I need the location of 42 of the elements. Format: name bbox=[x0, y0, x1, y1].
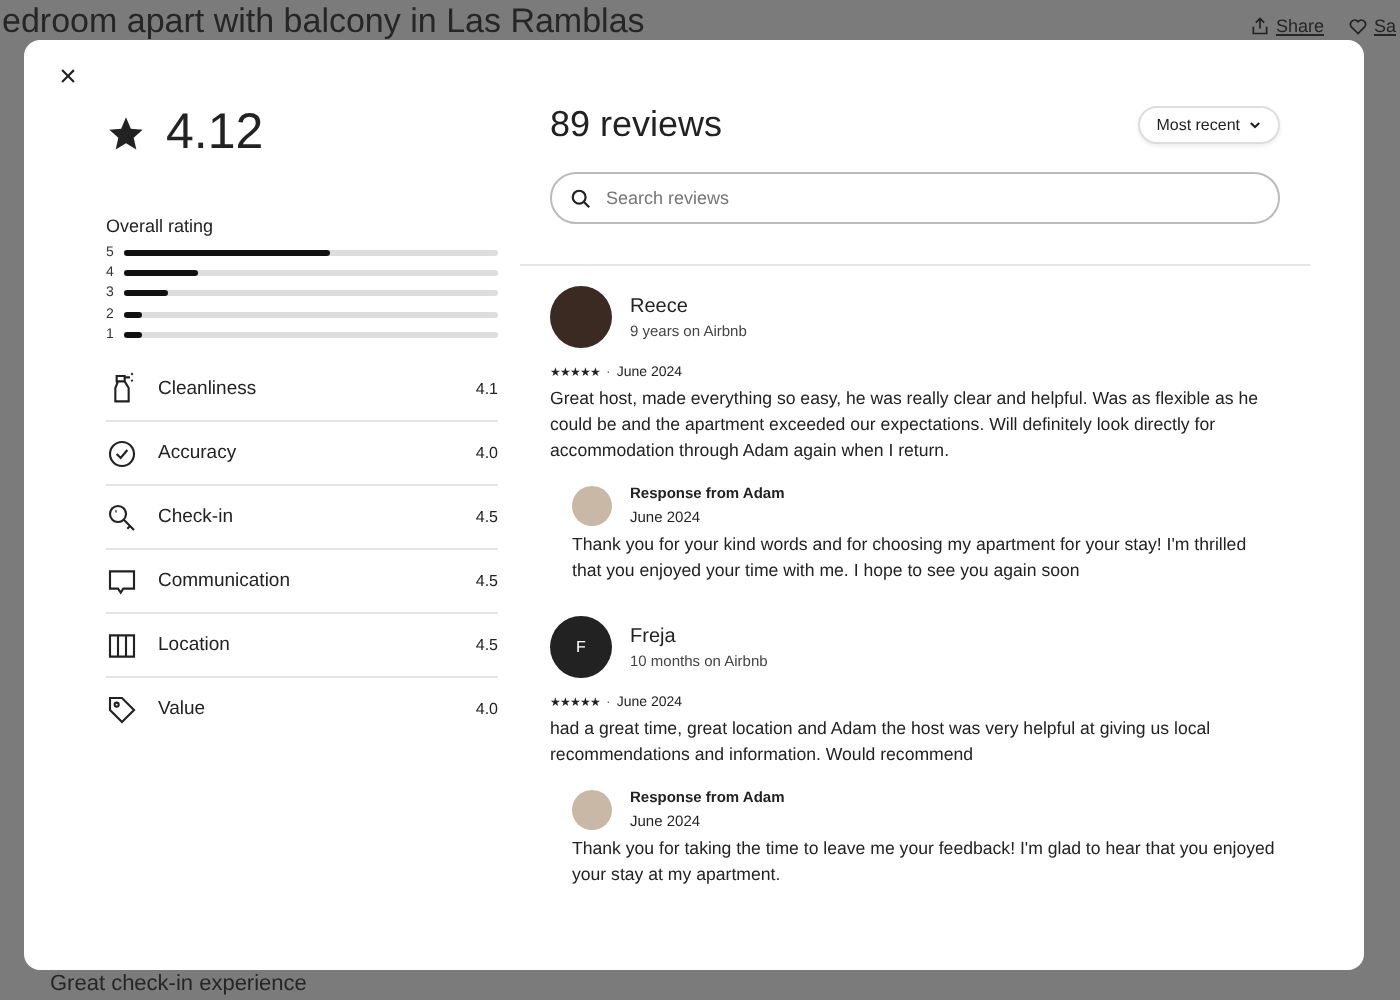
listing-title: edroom apart with balcony in Las Ramblas bbox=[2, 2, 645, 42]
check-circle-icon bbox=[106, 437, 138, 470]
heart-icon bbox=[1347, 16, 1368, 36]
map-icon bbox=[106, 629, 138, 662]
avatar-placeholder bbox=[550, 286, 612, 348]
host-avatar-placeholder bbox=[572, 789, 612, 829]
key-icon bbox=[106, 501, 138, 534]
save-link[interactable]: Sa bbox=[1347, 16, 1396, 36]
reviews-count-heading: 89 reviews bbox=[550, 104, 723, 146]
share-link[interactable]: Share bbox=[1249, 16, 1324, 36]
tag-icon bbox=[106, 693, 138, 726]
response-text: Thank you for your kind words and for choosing my apartment for your stay! I'm thrilled that you enjoyed your time with me. I hope to see you again soon bbox=[572, 532, 1249, 584]
overall-rating-label: Overall rating bbox=[106, 216, 216, 236]
search-field[interactable]: Search reviews bbox=[550, 172, 1280, 224]
overall-score: 4.12 bbox=[166, 104, 264, 162]
close-button[interactable]: × bbox=[54, 62, 82, 94]
chevron-down-icon bbox=[1248, 118, 1262, 132]
category-score: 4.5 bbox=[475, 508, 498, 527]
category-label: Communication bbox=[158, 570, 292, 593]
category-score: 4.1 bbox=[475, 379, 498, 398]
share-icon bbox=[1249, 16, 1270, 36]
category-label: Check-in bbox=[158, 506, 235, 529]
category-label: Cleanliness bbox=[158, 377, 259, 400]
response-text: Thank you for taking the time to leave me your feedback! I'm glad to hear that you enjoyed your stay at my apartment. bbox=[572, 836, 1276, 888]
reviewer-name: Reece bbox=[630, 295, 690, 317]
search-icon bbox=[570, 187, 592, 209]
host-avatar-placeholder bbox=[572, 485, 612, 525]
category-score: 4.5 bbox=[475, 636, 498, 655]
category-score: 4.0 bbox=[475, 700, 498, 719]
category-score: 4.5 bbox=[475, 572, 498, 591]
chat-bubble-icon bbox=[106, 565, 138, 598]
sort-dropdown[interactable]: Most recent bbox=[1138, 106, 1280, 144]
category-label: Location bbox=[158, 634, 232, 657]
category-label: Value bbox=[158, 698, 208, 721]
category-score: 4.0 bbox=[475, 444, 498, 463]
review-text: Great host, made everything so easy, he was really clear and helpful. Was as flexible as he could be and the apartment exceeded our expectations. Will definitely look directly for accommodation through Adam again when I return. bbox=[550, 386, 1261, 464]
review-text: had a great time, great location and Adam the host was very helpful at giving us local recommendations and information. Would recommend bbox=[550, 716, 1213, 768]
reviewer-name: Freja bbox=[630, 625, 678, 647]
category-label: Accuracy bbox=[158, 442, 239, 465]
star-icon bbox=[106, 113, 146, 153]
initial-avatar: F bbox=[550, 616, 612, 678]
highlight-heading: Great check-in experience bbox=[50, 972, 307, 996]
